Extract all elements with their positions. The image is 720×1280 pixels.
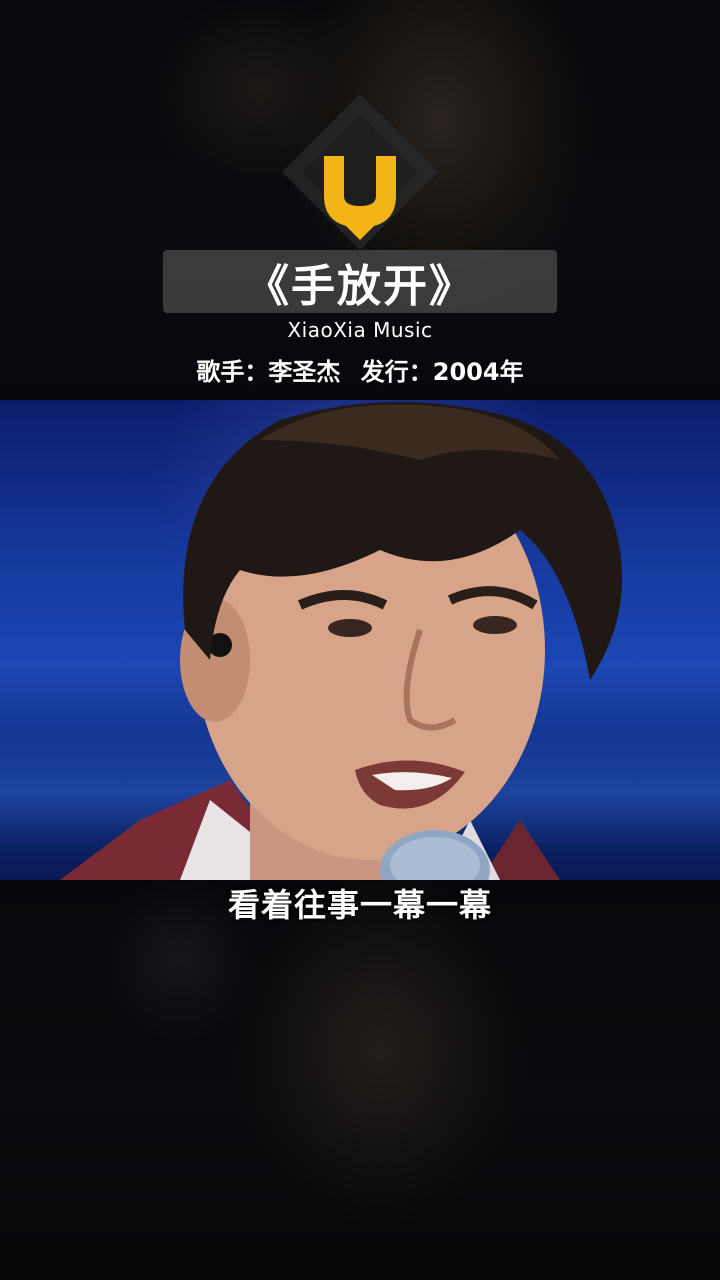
song-meta: 歌手：李圣杰 发行：2004年 <box>0 352 720 387</box>
singer-info: 歌手：李圣杰 <box>196 358 341 386</box>
video-player[interactable] <box>0 400 720 880</box>
u-logo-icon <box>282 94 438 250</box>
lyric-subtitle: 看着往事一幕一幕 <box>227 886 492 924</box>
song-title: 《手放开》 <box>163 250 557 313</box>
singer-image <box>60 402 622 880</box>
video-frame-page: 《手放开》 XiaoXia Music 歌手：李圣杰 发行：2004年 看着往事… <box>0 0 720 1280</box>
release-info: 发行：2004年 <box>360 358 524 386</box>
brand-name: XiaoXia Music <box>287 318 433 342</box>
blurred-background-bottom <box>0 880 720 1280</box>
